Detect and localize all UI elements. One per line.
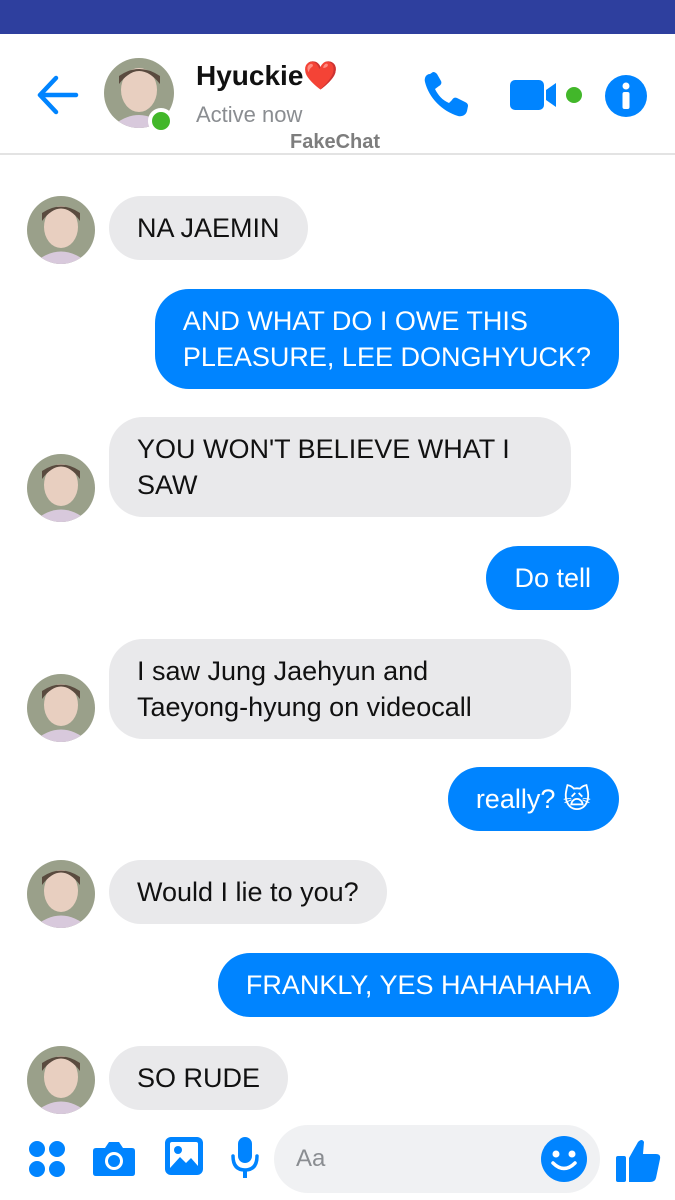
message-input[interactable]: Aa <box>274 1125 600 1193</box>
camera-icon <box>93 1142 135 1176</box>
voice-call-button[interactable] <box>420 70 472 120</box>
incoming-message[interactable]: I saw Jung Jaehyun and Taeyong-hyung on … <box>109 639 571 739</box>
sender-avatar[interactable] <box>27 674 95 742</box>
smiley-icon <box>541 1136 587 1182</box>
incoming-message[interactable]: Would I lie to you? <box>109 860 387 924</box>
sender-avatar[interactable] <box>27 454 95 522</box>
sender-avatar[interactable] <box>27 1046 95 1114</box>
online-indicator <box>148 108 174 134</box>
chat-header: Hyuckie❤️ Active now FakeChat <box>0 34 675 155</box>
watermark-label: FakeChat <box>290 131 381 153</box>
outgoing-message[interactable]: really? 🙀 <box>447 767 619 831</box>
incoming-message[interactable]: NA JAEMIN <box>109 196 308 260</box>
status-bar <box>0 0 675 34</box>
message-thread: NA JAEMIN AND WHAT DO I OWE THIS PLEASUR… <box>0 156 675 1116</box>
incoming-message[interactable]: SO RUDE <box>109 1046 289 1110</box>
incoming-message[interactable]: YOU WON'T BELIEVE WHAT I SAW <box>109 417 571 517</box>
emoji-button[interactable] <box>540 1135 588 1183</box>
voice-message-button[interactable] <box>230 1136 260 1180</box>
contact-name[interactable]: Hyuckie❤️ <box>196 59 338 92</box>
outgoing-message[interactable]: FRANKLY, YES HAHAHAHA <box>217 953 619 1017</box>
camera-button[interactable] <box>92 1138 136 1178</box>
apps-grid-icon <box>29 1141 65 1177</box>
outgoing-message[interactable]: AND WHAT DO I OWE THIS PLEASURE, LEE DON… <box>154 289 619 389</box>
message-composer: Aa <box>0 1116 675 1200</box>
info-button[interactable] <box>604 74 648 118</box>
gallery-button[interactable] <box>164 1136 204 1176</box>
phone-icon <box>424 72 468 117</box>
more-actions-button[interactable] <box>28 1140 66 1178</box>
back-button[interactable] <box>32 72 82 118</box>
video-camera-icon <box>510 80 582 110</box>
sender-avatar[interactable] <box>27 860 95 928</box>
active-status: Active now <box>196 102 303 127</box>
outgoing-message[interactable]: Do tell <box>486 546 619 610</box>
arrow-left-icon <box>37 75 79 115</box>
like-button[interactable] <box>614 1136 662 1184</box>
info-icon <box>605 75 647 117</box>
thumbs-up-icon <box>616 1140 661 1182</box>
microphone-icon <box>231 1137 259 1178</box>
input-placeholder: Aa <box>296 1145 326 1172</box>
sender-avatar[interactable] <box>27 196 95 264</box>
image-icon <box>165 1137 203 1175</box>
video-call-button[interactable] <box>508 76 590 116</box>
